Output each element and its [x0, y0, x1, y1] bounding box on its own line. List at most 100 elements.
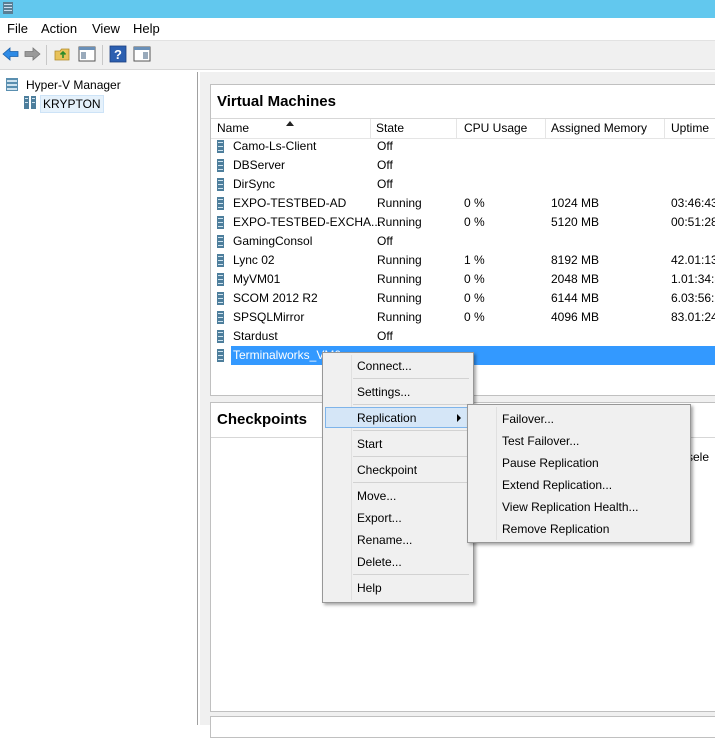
vm-uptime: 83.01:24: — [671, 310, 715, 324]
context-menu: Connect... Settings... Replication Start… — [322, 352, 474, 603]
vm-uptime: 42.01:13: — [671, 253, 715, 267]
svg-text:?: ? — [114, 47, 122, 62]
tree-node-hyperv-manager[interactable]: Hyper-V Manager — [6, 77, 191, 93]
vm-name: DBServer — [233, 158, 286, 172]
vm-icon — [217, 216, 224, 229]
vm-name: SPSQLMirror — [233, 310, 305, 324]
vm-icon — [217, 235, 224, 248]
vm-row[interactable]: EXPO-TESTBED-EXCHA... Running 0 % 5120 M… — [211, 213, 715, 232]
vm-row[interactable]: SPSQLMirror Running 0 % 4096 MB 83.01:24… — [211, 308, 715, 327]
vm-name: Lync 02 — [233, 253, 275, 267]
menu-item-checkpoint[interactable]: Checkpoint — [357, 463, 417, 477]
vm-row[interactable]: Lync 02 Running 1 % 8192 MB 42.01:13: — [211, 251, 715, 270]
toolbar: ? — [0, 40, 715, 70]
menu-item-replication[interactable]: Replication — [357, 411, 416, 425]
app-icon — [3, 2, 13, 14]
menu-bar: File Action View Help — [0, 18, 715, 40]
vm-cpu-usage: 0 % — [464, 196, 485, 210]
menu-action[interactable]: Action — [41, 21, 77, 36]
vm-assigned-memory: 4096 MB — [551, 310, 600, 324]
menu-item-connect[interactable]: Connect... — [357, 359, 412, 373]
title-bar — [0, 0, 715, 18]
vm-row[interactable]: GamingConsol Off — [211, 232, 715, 251]
menu-item-help[interactable]: Help — [357, 581, 382, 595]
column-header-cpu-usage[interactable]: CPU Usage — [464, 121, 527, 135]
column-separator[interactable] — [664, 119, 665, 138]
tree-node-krypton[interactable]: KRYPTON — [24, 95, 104, 113]
vm-icon — [217, 330, 224, 343]
menu-item-delete[interactable]: Delete... — [357, 555, 402, 569]
vm-row[interactable]: EXPO-TESTBED-AD Running 0 % 1024 MB 03:4… — [211, 194, 715, 213]
panel-title: Virtual Machines — [217, 93, 336, 110]
menu-separator — [353, 378, 469, 379]
menu-icon-strip — [470, 407, 497, 540]
column-separator[interactable] — [456, 119, 457, 138]
menu-view[interactable]: View — [92, 21, 120, 36]
menu-help[interactable]: Help — [133, 21, 160, 36]
vm-icon — [217, 292, 224, 305]
submenu-arrow-icon — [457, 414, 461, 422]
column-separator[interactable] — [545, 119, 546, 138]
show-hide-action-pane-icon[interactable] — [133, 45, 151, 63]
vm-icon — [217, 349, 224, 362]
menu-item-remove-replication[interactable]: Remove Replication — [502, 522, 609, 536]
menu-item-export[interactable]: Export... — [357, 511, 402, 525]
vm-icon — [217, 273, 224, 286]
vm-assigned-memory: 8192 MB — [551, 253, 600, 267]
vm-assigned-memory: 5120 MB — [551, 215, 600, 229]
column-header-name[interactable]: Name — [217, 121, 249, 135]
vm-row[interactable]: SCOM 2012 R2 Running 0 % 6144 MB 6.03:56… — [211, 289, 715, 308]
vm-uptime: 6.03:56:2 — [671, 291, 715, 305]
back-icon[interactable] — [2, 45, 20, 63]
menu-separator — [353, 456, 469, 457]
menu-item-settings[interactable]: Settings... — [357, 385, 410, 399]
vm-assigned-memory: 6144 MB — [551, 291, 600, 305]
menu-item-extend-replication[interactable]: Extend Replication... — [502, 478, 612, 492]
vm-state: Off — [377, 329, 393, 343]
menu-item-failover[interactable]: Failover... — [502, 412, 554, 426]
vm-row[interactable]: MyVM01 Running 0 % 2048 MB 1.01:34:3 — [211, 270, 715, 289]
vm-cpu-usage: 0 % — [464, 310, 485, 324]
forward-icon[interactable] — [23, 45, 41, 63]
toolbar-separator — [102, 45, 103, 65]
menu-file[interactable]: File — [7, 21, 28, 36]
vm-row[interactable]: DBServer Off — [211, 156, 715, 175]
menu-item-pause-replication[interactable]: Pause Replication — [502, 456, 599, 470]
folder-up-icon[interactable] — [54, 45, 72, 63]
menu-item-test-failover[interactable]: Test Failover... — [502, 434, 579, 448]
vm-uptime: 1.01:34:3 — [671, 272, 715, 286]
menu-item-start[interactable]: Start — [357, 437, 382, 451]
column-header-state[interactable]: State — [376, 121, 404, 135]
vm-cpu-usage: 0 % — [464, 215, 485, 229]
vm-icon — [217, 197, 224, 210]
vm-row[interactable]: Stardust Off — [211, 327, 715, 346]
column-header-uptime[interactable]: Uptime — [671, 121, 709, 135]
menu-separator — [353, 574, 469, 575]
panel-title: Checkpoints — [217, 411, 308, 428]
vm-state: Running — [377, 272, 422, 286]
vm-state: Running — [377, 196, 422, 210]
vm-row[interactable]: DirSync Off — [211, 175, 715, 194]
server-icon — [24, 96, 36, 109]
vm-row[interactable]: Camo-Ls-Client Off — [211, 137, 715, 156]
vm-name: EXPO-TESTBED-AD — [233, 196, 347, 210]
tree-node-label: KRYPTON — [40, 95, 104, 113]
sort-ascending-icon — [286, 121, 294, 126]
vm-icon — [217, 178, 224, 191]
menu-separator — [353, 482, 469, 483]
vm-assigned-memory: 1024 MB — [551, 196, 600, 210]
menu-icon-strip — [325, 355, 352, 600]
menu-separator — [353, 404, 469, 405]
menu-item-rename[interactable]: Rename... — [357, 533, 412, 547]
show-hide-tree-icon[interactable] — [78, 45, 96, 63]
replication-submenu: Failover... Test Failover... Pause Repli… — [467, 404, 691, 543]
details-panel — [210, 716, 715, 738]
column-separator[interactable] — [370, 119, 371, 138]
menu-item-view-replication-health[interactable]: View Replication Health... — [502, 500, 639, 514]
vm-state: Off — [377, 234, 393, 248]
help-icon[interactable]: ? — [109, 45, 127, 63]
vm-cpu-usage: 1 % — [464, 253, 485, 267]
menu-item-move[interactable]: Move... — [357, 489, 396, 503]
vm-cpu-usage: 0 % — [464, 272, 485, 286]
column-header-assigned-memory[interactable]: Assigned Memory — [551, 121, 647, 135]
